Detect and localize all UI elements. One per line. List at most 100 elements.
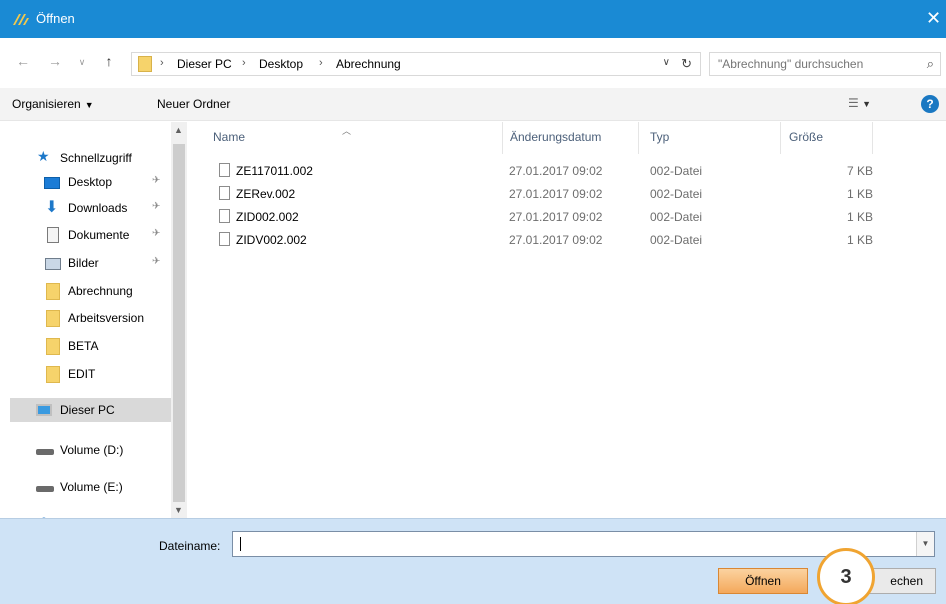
file-date: 27.01.2017 09:02 xyxy=(509,210,603,224)
close-icon[interactable]: ✕ xyxy=(926,0,946,38)
column-divider[interactable] xyxy=(638,122,639,154)
organize-label: Organisieren xyxy=(12,97,81,111)
organize-button[interactable]: Organisieren ▼ xyxy=(12,97,94,111)
search-box[interactable]: ⌕ xyxy=(709,52,941,76)
chevron-down-icon: ▼ xyxy=(84,100,94,110)
refresh-icon[interactable]: ↻ xyxy=(681,56,692,72)
breadcrumb-item-desktop[interactable]: Desktop xyxy=(259,57,303,71)
column-header-name[interactable]: Name xyxy=(213,130,245,144)
nav-item-label: Schnellzugriff xyxy=(60,151,132,165)
column-header-date[interactable]: Änderungsdatum xyxy=(510,130,601,144)
chevron-down-icon[interactable]: ▼ xyxy=(916,532,934,556)
nav-scrollbar[interactable]: ▲ ▼ xyxy=(171,122,187,518)
scrollbar-thumb[interactable] xyxy=(173,144,185,502)
nav-item-arbeitsversion[interactable]: Arbeitsversion xyxy=(10,306,172,330)
scroll-up-icon[interactable]: ▲ xyxy=(174,125,183,135)
nav-item-beta[interactable]: BETA xyxy=(10,334,172,358)
app-logo-icon xyxy=(13,14,29,25)
folder-icon xyxy=(46,338,60,355)
file-name: ZE117011.002 xyxy=(236,164,313,178)
file-row[interactable]: ZID002.002 27.01.2017 09:02 002-Datei 1 … xyxy=(215,206,895,228)
nav-item-bilder[interactable]: Bilder ✈ xyxy=(10,251,172,275)
drive-icon xyxy=(36,449,54,455)
back-arrow-icon[interactable]: ← xyxy=(14,53,32,69)
view-options-button[interactable]: ☰ ▼ xyxy=(848,96,871,110)
documents-icon xyxy=(47,227,59,243)
scroll-down-icon[interactable]: ▼ xyxy=(174,505,183,515)
file-row[interactable]: ZE117011.002 27.01.2017 09:02 002-Datei … xyxy=(215,160,895,182)
pin-icon[interactable]: ✈ xyxy=(152,256,160,267)
navigation-pane: ★ Schnellzugriff Desktop ✈ ⬇ Downloads ✈… xyxy=(10,122,186,518)
nav-item-label: Desktop xyxy=(68,175,113,189)
nav-item-label: BETA xyxy=(68,339,99,353)
column-divider[interactable] xyxy=(780,122,781,154)
nav-item-volume-e[interactable]: Volume (E:) xyxy=(10,475,172,499)
folder-icon xyxy=(138,56,152,72)
file-list: ︿ Name Änderungsdatum Typ Größe ZE117011… xyxy=(189,122,946,518)
chevron-right-icon[interactable]: › xyxy=(242,57,246,69)
chevron-right-icon[interactable]: › xyxy=(160,57,164,69)
nav-item-network-partial[interactable]: ● xyxy=(10,510,172,518)
column-header-type[interactable]: Typ xyxy=(650,130,669,144)
nav-item-label: Bilder xyxy=(68,256,99,270)
column-header-size[interactable]: Größe xyxy=(789,130,823,144)
new-folder-button[interactable]: Neuer Ordner xyxy=(157,97,230,111)
file-type: 002-Datei xyxy=(650,187,703,201)
folder-icon xyxy=(46,310,60,327)
nav-item-dieser-pc[interactable]: Dieser PC xyxy=(10,398,172,422)
file-size: 7 KB xyxy=(846,164,873,178)
address-dropdown-icon[interactable]: ∨ xyxy=(663,57,670,68)
file-icon xyxy=(219,163,230,177)
nav-item-dokumente[interactable]: Dokumente ✈ xyxy=(10,223,172,247)
file-icon xyxy=(219,186,230,200)
file-date: 27.01.2017 09:02 xyxy=(509,187,603,201)
nav-item-volume-d[interactable]: Volume (D:) xyxy=(10,438,172,462)
nav-item-abrechnung[interactable]: Abrechnung xyxy=(10,279,172,303)
pc-icon xyxy=(36,404,52,416)
desktop-icon xyxy=(44,177,60,189)
text-cursor xyxy=(240,537,241,551)
sort-ascending-icon: ︿ xyxy=(342,126,352,136)
nav-item-schnellzugriff[interactable]: ★ Schnellzugriff xyxy=(10,146,172,170)
breadcrumb[interactable]: › Dieser PC › Desktop › Abrechnung ∨ ↻ xyxy=(131,52,701,76)
nav-item-label: Arbeitsversion xyxy=(68,311,145,325)
file-row[interactable]: ZIDV002.002 27.01.2017 09:02 002-Datei 1… xyxy=(215,229,895,251)
file-name: ZERev.002 xyxy=(236,187,296,201)
file-name: ZIDV002.002 xyxy=(236,233,307,247)
forward-arrow-icon[interactable]: → xyxy=(46,53,64,69)
pictures-icon xyxy=(45,258,61,270)
folder-icon xyxy=(46,366,60,383)
address-bar: ← → ∨ ↑ › Dieser PC › Desktop › Abrechnu… xyxy=(0,38,946,88)
nav-item-label: Volume (E:) xyxy=(60,480,123,494)
pin-icon[interactable]: ✈ xyxy=(152,201,160,212)
breadcrumb-item-abrechnung[interactable]: Abrechnung xyxy=(336,57,401,71)
filename-input[interactable] xyxy=(233,532,913,556)
file-type: 002-Datei xyxy=(650,210,703,224)
recent-locations-chevron-icon[interactable]: ∨ xyxy=(73,57,91,68)
column-divider[interactable] xyxy=(872,122,873,154)
folder-icon xyxy=(46,283,60,300)
star-icon: ★ xyxy=(37,148,50,164)
command-bar: Organisieren ▼ Neuer Ordner ☰ ▼ ? xyxy=(0,88,946,121)
nav-item-label: EDIT xyxy=(68,367,96,381)
view-list-icon: ☰ xyxy=(848,96,859,110)
search-icon[interactable]: ⌕ xyxy=(927,56,934,72)
pin-icon[interactable]: ✈ xyxy=(152,175,160,186)
nav-item-downloads[interactable]: ⬇ Downloads ✈ xyxy=(10,196,172,220)
search-input[interactable] xyxy=(710,53,910,75)
drive-icon xyxy=(36,486,54,492)
nav-item-label: Volume (D:) xyxy=(60,443,124,457)
pin-icon[interactable]: ✈ xyxy=(152,228,160,239)
file-row[interactable]: ZERev.002 27.01.2017 09:02 002-Datei 1 K… xyxy=(215,183,895,205)
breadcrumb-item-dieser-pc[interactable]: Dieser PC xyxy=(177,57,232,71)
chevron-right-icon[interactable]: › xyxy=(319,57,323,69)
nav-item-label: Abrechnung xyxy=(68,284,133,298)
nav-item-edit[interactable]: EDIT xyxy=(10,362,172,386)
step-callout-badge: 3 xyxy=(817,548,875,604)
column-divider[interactable] xyxy=(502,122,503,154)
open-button[interactable]: Öffnen xyxy=(718,568,808,594)
up-arrow-icon[interactable]: ↑ xyxy=(100,53,118,69)
help-icon[interactable]: ? xyxy=(921,95,939,113)
nav-item-desktop[interactable]: Desktop ✈ xyxy=(10,170,172,194)
file-size: 1 KB xyxy=(846,187,873,201)
